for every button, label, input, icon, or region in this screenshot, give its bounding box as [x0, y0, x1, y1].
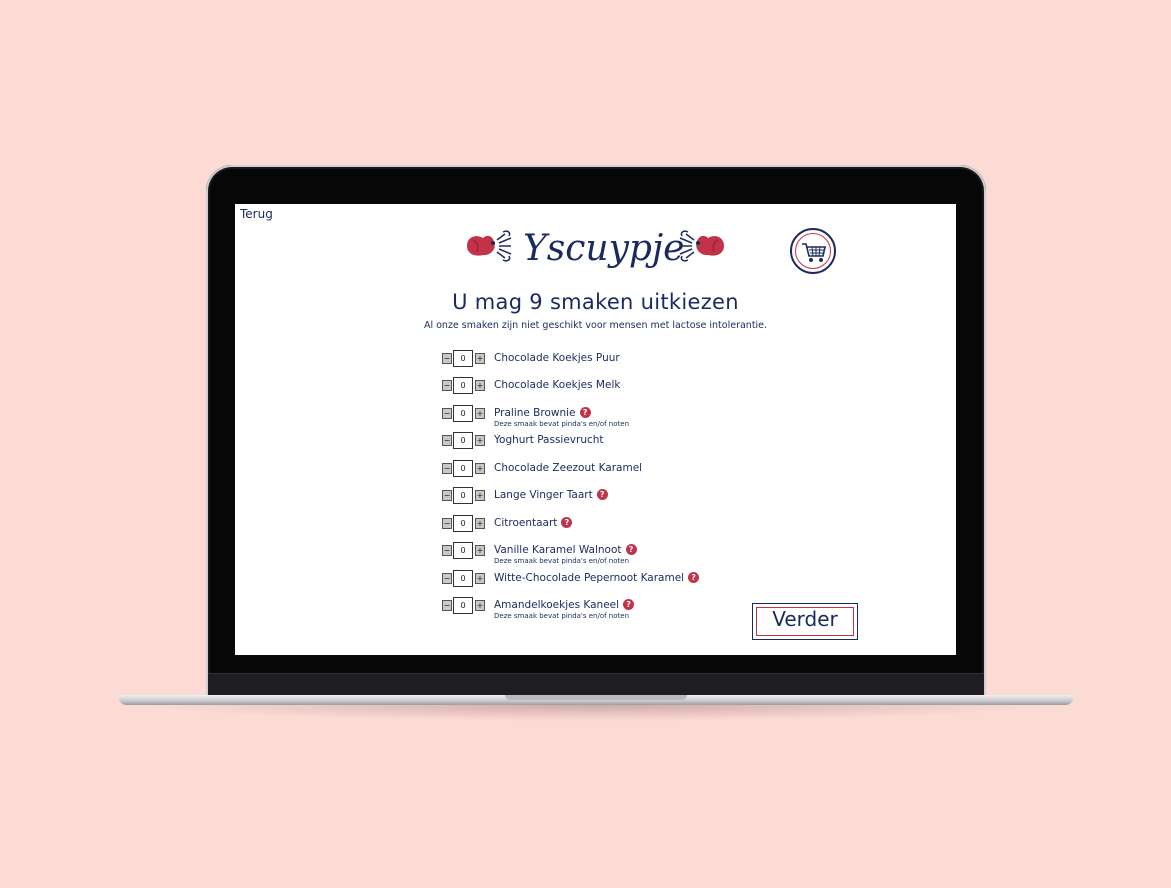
flavor-name: Chocolade Zeezout Karamel [494, 462, 643, 474]
help-icon[interactable]: ? [625, 544, 637, 555]
flavor-name-wrap: Chocolade Koekjes Melk [494, 379, 620, 391]
increase-button[interactable]: + [475, 435, 485, 446]
quantity-value[interactable]: 0 [453, 597, 473, 614]
flavor-name-wrap: Chocolade Zeezout Karamel [494, 462, 642, 474]
quantity-stepper: −0 + [441, 460, 487, 477]
flavor-name: Chocolade Koekjes Puur [494, 352, 620, 364]
increase-button[interactable]: + [475, 353, 485, 364]
quantity-stepper: −0 + [441, 377, 487, 394]
decrease-button[interactable]: − [442, 380, 452, 391]
increase-button[interactable]: + [475, 573, 485, 584]
flavor-name: Lange Vinger Taart [494, 489, 593, 501]
decrease-button[interactable]: − [442, 518, 452, 529]
increase-button[interactable]: + [475, 380, 485, 391]
decrease-button[interactable]: − [442, 353, 452, 364]
decrease-button[interactable]: − [442, 545, 452, 556]
flavor-row: −0 + Chocolade Koekjes Puur [441, 349, 821, 375]
cart-button[interactable] [790, 228, 836, 274]
quantity-stepper: −0 + [441, 432, 487, 449]
flavor-name-wrap: Vanille Karamel Walnoot? [494, 544, 637, 556]
flavor-name-wrap: Chocolade Koekjes Puur [494, 352, 620, 364]
decrease-button[interactable]: − [442, 490, 452, 501]
flavor-name: Amandelkoekjes Kaneel [494, 599, 620, 611]
quantity-value[interactable]: 0 [453, 570, 473, 587]
flavor-name: Chocolade Koekjes Melk [494, 379, 621, 391]
increase-button[interactable]: + [475, 408, 485, 419]
quantity-stepper: −0 + [441, 405, 487, 422]
tulip-left-icon [467, 235, 495, 256]
flavor-name: Witte-Chocolade Pepernoot Karamel [494, 572, 685, 584]
next-button-label: Verder [772, 607, 838, 631]
decrease-button[interactable]: − [442, 600, 452, 611]
back-link[interactable]: Terug [240, 207, 273, 221]
quantity-stepper: −0 + [441, 487, 487, 504]
flavor-name-wrap: Witte-Chocolade Pepernoot Karamel? [494, 572, 700, 584]
flavor-row: −0 + Chocolade Zeezout Karamel [441, 459, 821, 485]
flavor-name-wrap: Citroentaart? [494, 517, 573, 529]
flavor-row: −0 + Citroentaart? [441, 514, 821, 540]
allergen-note: Deze smaak bevat pinda's en/of noten [494, 557, 630, 565]
next-button[interactable]: Verder [752, 603, 858, 640]
flavor-row: −0 + Lange Vinger Taart? [441, 486, 821, 512]
quantity-value[interactable]: 0 [453, 432, 473, 449]
brand-wordmark: Yscuypje [523, 228, 684, 269]
page-title: U mag 9 smaken uitkiezen [452, 290, 739, 314]
increase-button[interactable]: + [475, 490, 485, 501]
quantity-stepper: −0 + [441, 570, 487, 587]
help-icon[interactable]: ? [623, 599, 635, 610]
quantity-value[interactable]: 0 [453, 542, 473, 559]
tulip-right-icon [696, 235, 724, 256]
increase-button[interactable]: + [475, 463, 485, 474]
quantity-value[interactable]: 0 [453, 350, 473, 367]
flavor-row: −0 + Chocolade Koekjes Melk [441, 376, 821, 402]
help-icon[interactable]: ? [561, 517, 573, 528]
quantity-value[interactable]: 0 [453, 515, 473, 532]
allergen-note: Deze smaak bevat pinda's en/of noten [494, 612, 630, 620]
flavor-name-wrap: Lange Vinger Taart? [494, 489, 608, 501]
quantity-stepper: −0 + [441, 515, 487, 532]
quantity-stepper: −0 + [441, 350, 487, 367]
flavor-name: Praline Brownie [494, 407, 576, 419]
allergen-note: Deze smaak bevat pinda's en/of noten [494, 420, 630, 428]
help-icon[interactable]: ? [579, 407, 591, 418]
quantity-value[interactable]: 0 [453, 405, 473, 422]
lactose-disclaimer: Al onze smaken zijn niet geschikt voor m… [423, 320, 768, 331]
quantity-value[interactable]: 0 [453, 460, 473, 477]
decrease-button[interactable]: − [442, 408, 452, 419]
decrease-button[interactable]: − [442, 573, 452, 584]
increase-button[interactable]: + [475, 545, 485, 556]
shopping-cart-icon [802, 243, 826, 262]
flavor-name: Citroentaart [494, 517, 558, 529]
flavor-name-wrap: Praline Brownie? [494, 407, 591, 419]
flavor-name: Vanille Karamel Walnoot [494, 544, 622, 556]
app-screen: Terug Yscuypje U mag 9 smaken uitkiezen … [235, 204, 956, 655]
help-icon[interactable]: ? [596, 489, 608, 500]
flavor-name-wrap: Yoghurt Passievrucht [494, 434, 604, 446]
flavor-name: Yoghurt Passievrucht [494, 434, 604, 446]
flavor-row: −0 + Praline Brownie? Deze smaak bevat pind… [441, 404, 821, 430]
quantity-stepper: −0 + [441, 542, 487, 559]
increase-button[interactable]: + [475, 518, 485, 529]
flourish-right-icon [679, 230, 695, 262]
quantity-stepper: −0 + [441, 597, 487, 614]
decrease-button[interactable]: − [442, 463, 452, 474]
quantity-value[interactable]: 0 [453, 487, 473, 504]
flavor-row: −0 + Yoghurt Passievrucht [441, 431, 821, 457]
brand-logo: Yscuypje [463, 224, 728, 272]
flavor-row: −0 + Vanille Karamel Walnoot? Deze smaak be… [441, 541, 821, 567]
laptop-base-notch [505, 695, 687, 700]
quantity-value[interactable]: 0 [453, 377, 473, 394]
help-icon[interactable]: ? [688, 572, 700, 583]
decrease-button[interactable]: − [442, 435, 452, 446]
flourish-left-icon [496, 230, 512, 262]
flavor-name-wrap: Amandelkoekjes Kaneel? [494, 599, 635, 611]
laptop-base-shadow [140, 705, 1052, 721]
flavor-row: −0 + Witte-Chocolade Pepernoot Karamel? [441, 569, 821, 595]
increase-button[interactable]: + [475, 600, 485, 611]
